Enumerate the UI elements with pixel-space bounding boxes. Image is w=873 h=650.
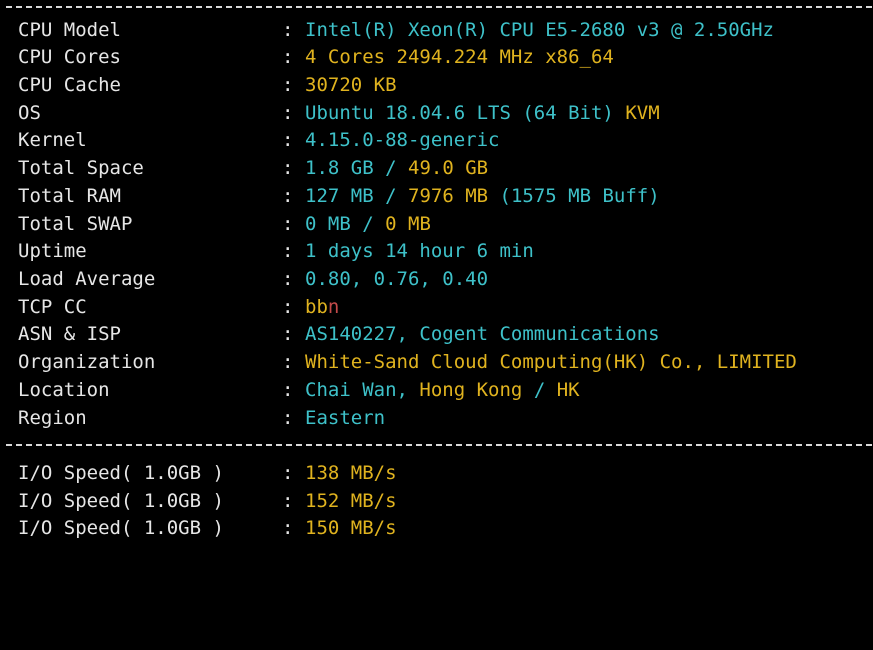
row-cpu-cores: CPU Cores : 4 Cores 2494.224 MHz x86_64	[18, 44, 614, 71]
total-ram-value: 127 MB / 7976 MB (1575 MB Buff)	[305, 183, 660, 210]
total-ram-total: 7976 MB	[408, 185, 489, 207]
os-value: Ubuntu 18.04.6 LTS (64 Bit) KVM	[305, 100, 660, 127]
row-total-swap: Total SWAP : 0 MB / 0 MB	[18, 211, 431, 238]
colon: :	[282, 517, 294, 539]
cpu-model-label: CPU Model	[18, 19, 121, 41]
text-cursor: n	[327, 296, 340, 318]
colon: :	[282, 19, 294, 41]
colon: :	[282, 185, 294, 207]
location-country: HK	[556, 379, 580, 401]
row-organization: Organization : White-Sand Cloud Computin…	[18, 349, 797, 376]
total-swap-used: 0 MB	[305, 213, 351, 235]
kernel-value: 4.15.0-88-generic	[305, 129, 500, 151]
top-separator	[6, 6, 872, 8]
cpu-cache-value: 30720 KB	[305, 74, 397, 96]
total-swap-total: 0 MB	[385, 213, 431, 235]
colon: :	[282, 407, 294, 429]
row-io-speed-1: I/O Speed( 1.0GB ) : 138 MB/s	[18, 460, 397, 487]
load-average-label: Load Average	[18, 268, 156, 290]
location-city-b: Hong Kong	[419, 379, 523, 401]
os-version: Ubuntu 18.04.6 LTS (64 Bit)	[305, 102, 614, 124]
organization-label: Organization	[18, 351, 156, 373]
os-label: OS	[18, 102, 41, 124]
colon: :	[282, 323, 294, 345]
total-space-label: Total Space	[18, 157, 144, 179]
slash: /	[385, 157, 397, 179]
slash: /	[385, 185, 397, 207]
location-city-a: Chai Wan,	[305, 379, 408, 401]
location-value: Chai Wan, Hong Kong / HK	[305, 377, 580, 404]
asn-isp-value: AS140227, Cogent Communications	[305, 323, 660, 345]
colon: :	[282, 462, 294, 484]
uptime-label: Uptime	[18, 240, 87, 262]
kernel-label: Kernel	[18, 129, 87, 151]
row-kernel: Kernel : 4.15.0-88-generic	[18, 127, 499, 154]
os-virtualization: KVM	[625, 102, 660, 124]
row-os: OS : Ubuntu 18.04.6 LTS (64 Bit) KVM	[18, 100, 660, 127]
total-space-value: 1.8 GB / 49.0 GB	[305, 155, 488, 182]
io-speed-value: 138 MB/s	[305, 462, 397, 484]
row-cpu-model: CPU Model : Intel(R) Xeon(R) CPU E5-2680…	[18, 17, 774, 44]
total-ram-used: 127 MB	[305, 185, 374, 207]
total-space-total: 49.0 GB	[408, 157, 489, 179]
row-tcp-cc: TCP CC : bbn	[18, 294, 339, 321]
total-ram-buff: (1575 MB Buff)	[499, 185, 660, 207]
organization-value: White-Sand Cloud Computing(HK) Co., LIMI…	[305, 351, 797, 373]
row-asn-isp: ASN & ISP : AS140227, Cogent Communicati…	[18, 321, 660, 348]
colon: :	[282, 296, 294, 318]
tcp-cc-text: bb	[305, 296, 328, 318]
cpu-cores-label: CPU Cores	[18, 46, 121, 68]
uptime-value: 1 days 14 hour 6 min	[305, 240, 534, 262]
io-speed-value: 150 MB/s	[305, 517, 397, 539]
slash: /	[533, 379, 546, 401]
row-total-space: Total Space : 1.8 GB / 49.0 GB	[18, 155, 488, 182]
total-swap-value: 0 MB / 0 MB	[305, 211, 431, 238]
colon: :	[282, 213, 294, 235]
row-region: Region : Eastern	[18, 405, 385, 432]
asn-isp-label: ASN & ISP	[18, 323, 121, 345]
location-label: Location	[18, 379, 110, 401]
load-average-value: 0.80, 0.76, 0.40	[305, 268, 489, 290]
row-uptime: Uptime : 1 days 14 hour 6 min	[18, 238, 534, 265]
region-value: Eastern	[305, 407, 386, 429]
region-label: Region	[18, 407, 87, 429]
cpu-cores-value: 4 Cores 2494.224 MHz x86_64	[305, 46, 614, 68]
io-speed-label: I/O Speed( 1.0GB )	[18, 490, 224, 512]
total-swap-label: Total SWAP	[18, 213, 133, 235]
colon: :	[282, 129, 294, 151]
total-space-used: 1.8 GB	[305, 157, 374, 179]
io-speed-label: I/O Speed( 1.0GB )	[18, 462, 224, 484]
row-io-speed-2: I/O Speed( 1.0GB ) : 152 MB/s	[18, 488, 397, 515]
colon: :	[282, 379, 294, 401]
terminal-output[interactable]: CPU Model : Intel(R) Xeon(R) CPU E5-2680…	[0, 0, 873, 542]
io-speed-label: I/O Speed( 1.0GB )	[18, 517, 224, 539]
cpu-model-value: Intel(R) Xeon(R) CPU E5-2680 v3 @ 2.50GH…	[305, 19, 774, 41]
tcp-cc-value: bbn	[305, 294, 339, 321]
io-speed-value: 152 MB/s	[305, 490, 397, 512]
row-cpu-cache: CPU Cache : 30720 KB	[18, 72, 397, 99]
row-total-ram: Total RAM : 127 MB / 7976 MB (1575 MB Bu…	[18, 183, 660, 210]
colon: :	[282, 74, 294, 96]
cpu-cache-label: CPU Cache	[18, 74, 121, 96]
colon: :	[282, 102, 294, 124]
colon: :	[282, 46, 294, 68]
tcp-cc-label: TCP CC	[18, 296, 87, 318]
colon: :	[282, 351, 294, 373]
colon: :	[282, 157, 294, 179]
slash: /	[362, 213, 374, 235]
middle-separator	[6, 444, 872, 446]
row-load-average: Load Average : 0.80, 0.76, 0.40	[18, 266, 488, 293]
row-io-speed-3: I/O Speed( 1.0GB ) : 150 MB/s	[18, 515, 397, 542]
row-location: Location : Chai Wan, Hong Kong / HK	[18, 377, 580, 404]
colon: :	[282, 268, 294, 290]
colon: :	[282, 240, 294, 262]
total-ram-label: Total RAM	[18, 185, 121, 207]
colon: :	[282, 490, 294, 512]
